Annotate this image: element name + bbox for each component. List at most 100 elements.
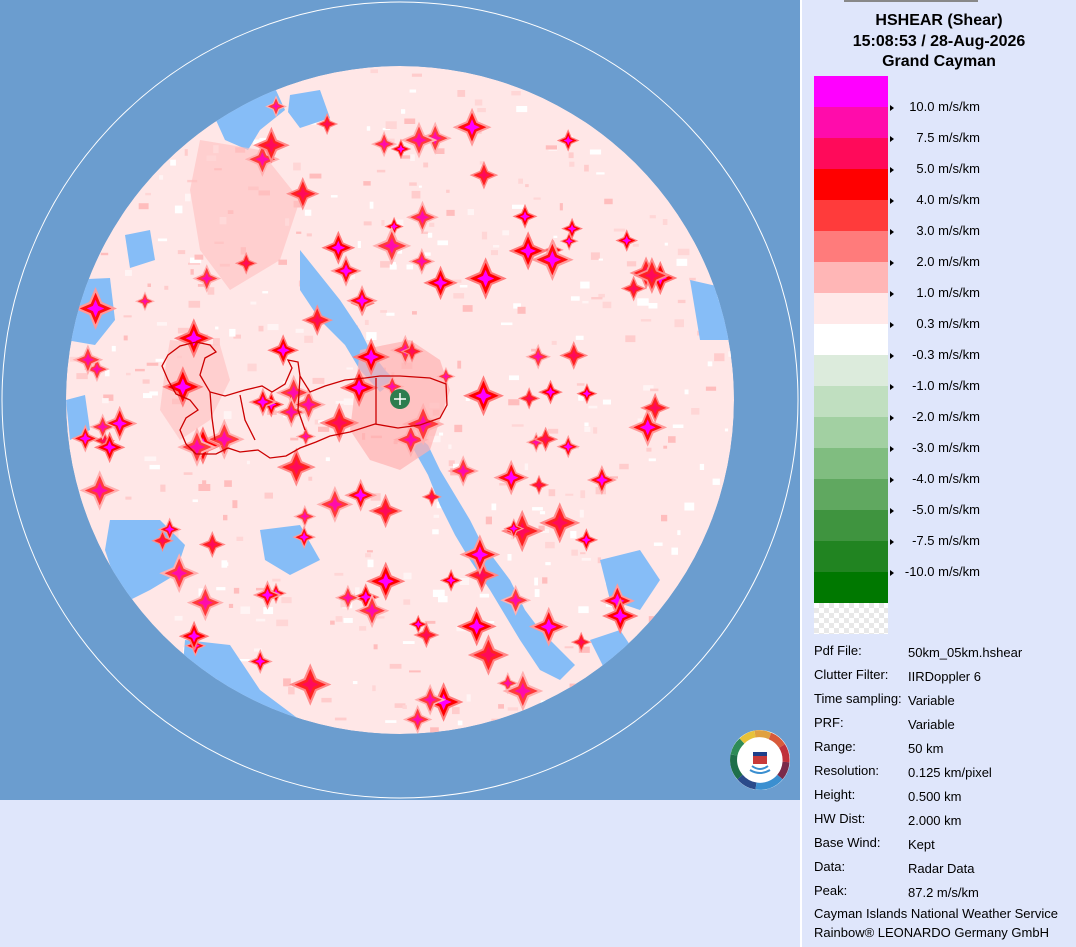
- info-row: PRF: Variable: [814, 715, 955, 732]
- texture-patch: [653, 542, 663, 546]
- texture-patch: [466, 694, 471, 702]
- texture-patch: [664, 242, 668, 246]
- texture-patch: [281, 597, 292, 604]
- info-key: Range:: [814, 739, 856, 754]
- texture-patch: [724, 428, 729, 432]
- texture-patch: [589, 149, 602, 155]
- texture-patch: [183, 472, 193, 475]
- info-key: Data:: [814, 859, 846, 874]
- texture-patch: [312, 377, 325, 384]
- texture-patch: [330, 195, 338, 198]
- texture-patch: [570, 531, 577, 539]
- texture-patch: [524, 463, 529, 471]
- texture-patch: [213, 338, 220, 346]
- texture-patch: [532, 507, 543, 511]
- texture-patch: [365, 553, 371, 558]
- texture-patch: [335, 400, 345, 404]
- texture-patch: [164, 285, 169, 290]
- texture-patch: [224, 480, 232, 487]
- texture-patch: [170, 159, 176, 166]
- texture-patch: [677, 530, 681, 536]
- texture-patch: [296, 231, 302, 234]
- texture-patch: [264, 492, 273, 499]
- site-name: Grand Cayman: [882, 53, 996, 70]
- tick-arrow-icon: [890, 290, 894, 297]
- texture-patch: [650, 388, 659, 392]
- texture-patch: [501, 322, 513, 326]
- legend-swatch: [814, 107, 888, 138]
- radar-site-crosshair-icon[interactable]: [390, 389, 410, 409]
- legend-swatch: [814, 231, 888, 262]
- texture-patch: [491, 250, 498, 256]
- texture-patch: [564, 646, 574, 649]
- texture-patch: [707, 361, 713, 367]
- texture-patch: [649, 215, 656, 219]
- legend-panel: HSHEAR (Shear) 15:08:53 / 28-Aug-2026 Gr…: [802, 0, 1076, 947]
- texture-patch: [590, 252, 600, 260]
- texture-patch: [352, 681, 358, 685]
- texture-patch: [525, 184, 529, 188]
- texture-patch: [386, 312, 395, 316]
- texture-patch: [369, 201, 374, 209]
- legend-swatch: [814, 262, 888, 293]
- texture-patch: [409, 670, 421, 673]
- texture-patch: [364, 319, 369, 325]
- texture-patch: [370, 69, 378, 74]
- texture-patch: [457, 360, 462, 369]
- texture-patch: [123, 315, 132, 318]
- radar-map-panel[interactable]: [0, 0, 800, 800]
- texture-patch: [547, 428, 559, 434]
- texture-patch: [467, 209, 474, 216]
- texture-patch: [584, 164, 589, 172]
- texture-patch: [304, 335, 314, 343]
- texture-patch: [192, 499, 198, 503]
- texture-patch: [334, 572, 344, 576]
- legend-label: -5.0 m/s/km: [890, 503, 980, 517]
- texture-patch: [100, 252, 109, 256]
- texture-patch: [149, 391, 158, 396]
- texture-patch: [184, 149, 188, 156]
- texture-patch: [663, 445, 668, 449]
- texture-patch: [474, 99, 483, 106]
- texture-patch: [232, 500, 238, 509]
- texture-patch: [406, 264, 414, 270]
- info-key: Peak:: [814, 883, 848, 898]
- texture-patch: [479, 161, 483, 165]
- texture-patch: [684, 502, 695, 511]
- texture-patch: [125, 269, 132, 276]
- radar-map-svg[interactable]: [0, 0, 800, 800]
- legend-label: -10.0 m/s/km: [890, 565, 980, 579]
- texture-patch: [462, 305, 473, 312]
- texture-patch: [335, 616, 343, 622]
- texture-patch: [684, 389, 689, 395]
- texture-patch: [174, 205, 183, 214]
- texture-patch: [570, 296, 580, 301]
- texture-patch: [507, 707, 519, 711]
- texture-patch: [593, 427, 598, 434]
- texture-patch: [363, 181, 371, 186]
- texture-patch: [221, 560, 228, 568]
- texture-patch: [267, 324, 279, 331]
- color-scale: [814, 76, 888, 634]
- legend-label: -1.0 m/s/km: [890, 379, 980, 393]
- texture-patch: [424, 252, 431, 256]
- texture-patch: [613, 228, 626, 232]
- texture-patch: [454, 424, 463, 433]
- texture-patch: [149, 464, 160, 470]
- texture-patch: [491, 503, 497, 511]
- legend-swatch: [814, 572, 888, 603]
- legend-label: 3.0 m/s/km: [890, 224, 980, 238]
- legend-label: -4.0 m/s/km: [890, 472, 980, 486]
- texture-patch: [512, 204, 524, 209]
- info-row: Resolution: 0.125 km/pixel: [814, 763, 992, 780]
- texture-patch: [295, 328, 304, 333]
- texture-patch: [147, 283, 151, 287]
- texture-patch: [493, 245, 500, 248]
- texture-patch: [247, 363, 257, 372]
- texture-patch: [367, 559, 374, 568]
- texture-patch: [580, 552, 586, 555]
- radar-display: HSHEAR (Shear) 15:08:53 / 28-Aug-2026 Gr…: [0, 0, 1076, 947]
- texture-patch: [401, 109, 406, 114]
- info-value: 87.2 m/s/km: [908, 885, 979, 900]
- tick-arrow-icon: [890, 476, 894, 483]
